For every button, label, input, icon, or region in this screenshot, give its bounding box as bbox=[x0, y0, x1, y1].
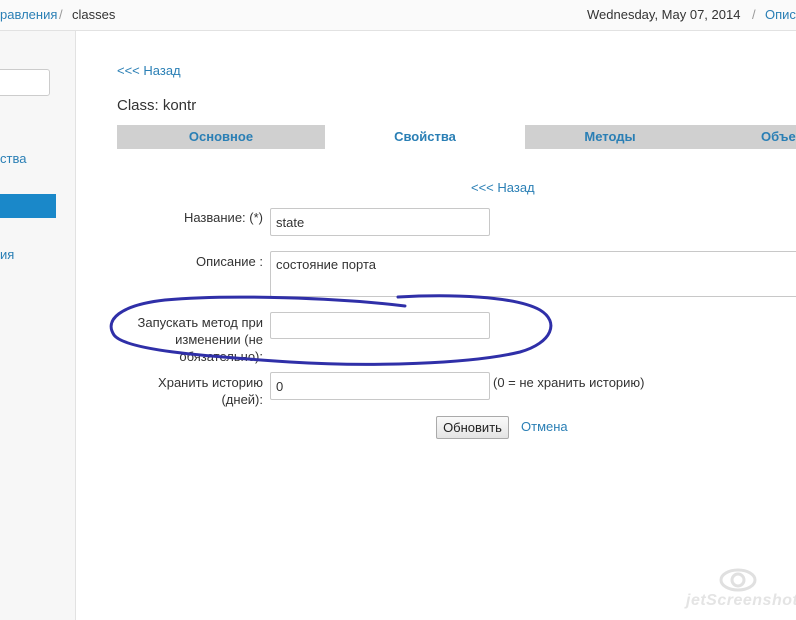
back-link-form[interactable]: <<< Назад bbox=[471, 180, 535, 195]
sidebar-item-active[interactable] bbox=[0, 194, 56, 218]
sidebar-item-properties[interactable]: ства bbox=[0, 151, 26, 166]
breadcrumb-link[interactable]: равления bbox=[0, 7, 57, 22]
page-title: Class: kontr bbox=[117, 97, 197, 114]
top-right-link[interactable]: Опис bbox=[765, 7, 796, 22]
top-bar: равления / classes Wednesday, May 07, 20… bbox=[0, 0, 796, 31]
current-date: Wednesday, May 07, 2014 bbox=[587, 7, 741, 22]
tab-objects[interactable]: Объе bbox=[695, 125, 796, 149]
breadcrumb-current: classes bbox=[72, 7, 116, 22]
tab-properties[interactable]: Свойства bbox=[325, 125, 525, 149]
date-separator: / bbox=[752, 7, 756, 22]
watermark-text: jetScreenshot bbox=[686, 592, 796, 609]
tab-methods[interactable]: Методы bbox=[525, 125, 695, 149]
description-label: Описание : bbox=[195, 254, 263, 269]
tab-main[interactable]: Основное bbox=[117, 125, 325, 149]
cancel-link[interactable]: Отмена bbox=[521, 419, 568, 434]
annotation-ellipse bbox=[109, 294, 553, 366]
method-input[interactable] bbox=[270, 312, 490, 339]
breadcrumb-separator: / bbox=[59, 7, 63, 22]
camera-icon bbox=[719, 568, 757, 592]
name-input[interactable] bbox=[270, 208, 490, 236]
method-label: Запускать метод при изменении (не обязат… bbox=[137, 315, 263, 364]
sidebar-item-other[interactable]: ия bbox=[0, 247, 14, 262]
sidebar: ства ия bbox=[0, 31, 76, 620]
history-hint: (0 = не хранить историю) bbox=[493, 375, 645, 390]
history-label: Хранить историю (дней): bbox=[158, 375, 263, 407]
update-button[interactable]: Обновить bbox=[436, 416, 509, 439]
sidebar-search-input[interactable] bbox=[0, 69, 50, 96]
history-days-input[interactable] bbox=[270, 372, 490, 400]
back-link-top[interactable]: <<< Назад bbox=[117, 63, 181, 78]
description-textarea[interactable]: состояние порта bbox=[270, 251, 796, 297]
name-label: Название: (*) bbox=[183, 210, 263, 225]
